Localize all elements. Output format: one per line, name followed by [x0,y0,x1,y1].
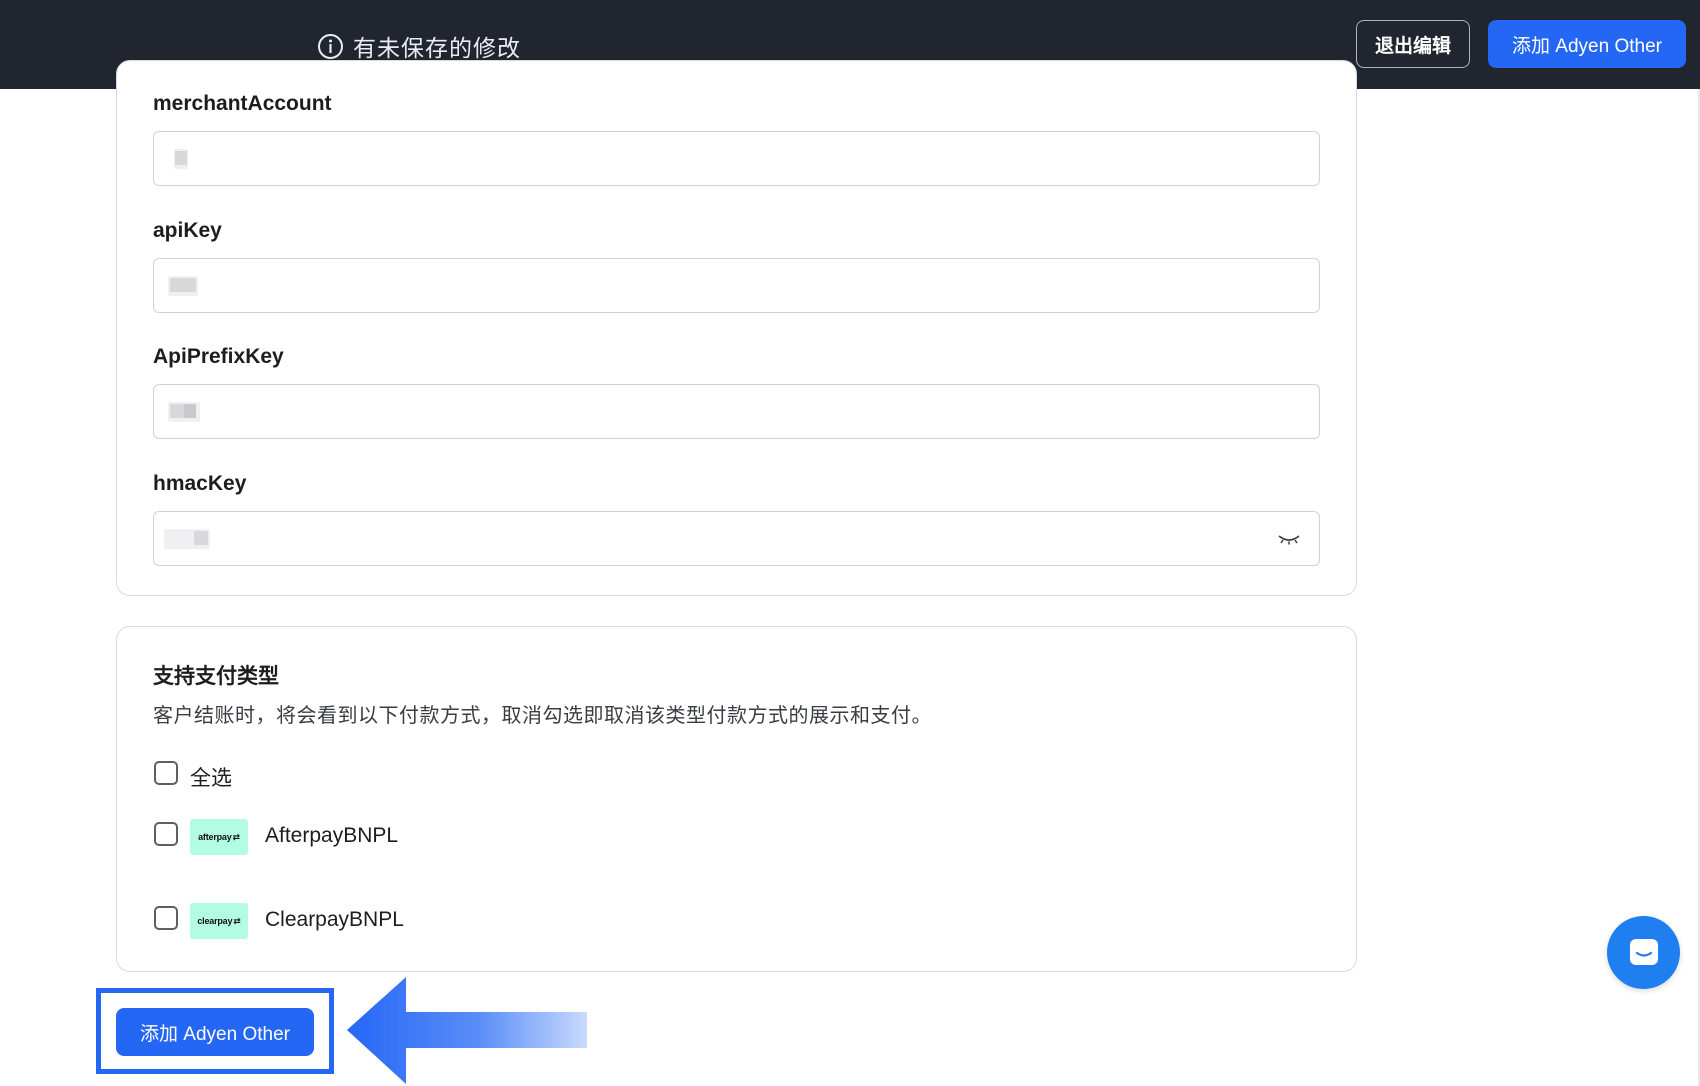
clearpay-checkbox[interactable] [154,906,178,930]
api-prefix-key-label: ApiPrefixKey [153,345,284,368]
chat-support-button[interactable] [1607,916,1680,989]
page: 有未保存的修改 退出编辑 添加 Adyen Other merchantAcco… [0,0,1700,1086]
add-adyen-other-button-top[interactable]: 添加 Adyen Other [1488,20,1686,68]
masked-value [168,402,200,422]
logo-arrow-icon: ⇄ [232,831,241,842]
hmac-key-label: hmacKey [153,472,247,495]
select-all-checkbox[interactable] [154,761,178,785]
add-adyen-other-button-bottom[interactable]: 添加 Adyen Other [116,1008,314,1056]
info-icon [318,33,343,59]
api-prefix-key-input[interactable] [153,384,1320,439]
merchant-account-label: merchantAccount [153,92,332,115]
afterpay-checkbox[interactable] [154,822,178,846]
exit-edit-button[interactable]: 退出编辑 [1356,20,1470,68]
chat-icon [1629,938,1658,965]
api-key-input[interactable] [153,258,1320,313]
afterpay-logo: afterpay ⇄ [190,819,248,855]
clearpay-logo: clearpay ⇄ [190,903,248,939]
unsaved-changes-text: 有未保存的修改 [353,35,521,61]
hmac-key-input[interactable] [153,511,1320,566]
api-key-label: apiKey [153,219,222,242]
payment-types-description: 客户结账时，将会看到以下付款方式，取消勾选即取消该类型付款方式的展示和支付。 [153,705,932,727]
masked-value [174,149,188,169]
pointer-arrow-icon [347,977,587,1084]
clearpay-label: ClearpayBNPL [265,908,404,931]
merchant-account-input[interactable] [153,131,1320,186]
unsaved-changes-indicator: 有未保存的修改 [317,29,521,63]
select-all-label: 全选 [190,767,232,790]
afterpay-logo-text: afterpay [198,832,232,842]
hide-password-eye-icon[interactable] [1277,531,1301,547]
afterpay-label: AfterpayBNPL [265,824,399,847]
payment-types-title: 支持支付类型 [153,665,279,688]
masked-value [168,276,198,296]
masked-value [164,529,210,549]
clearpay-logo-text: clearpay [197,916,233,926]
logo-arrow-icon: ⇄ [233,915,241,926]
